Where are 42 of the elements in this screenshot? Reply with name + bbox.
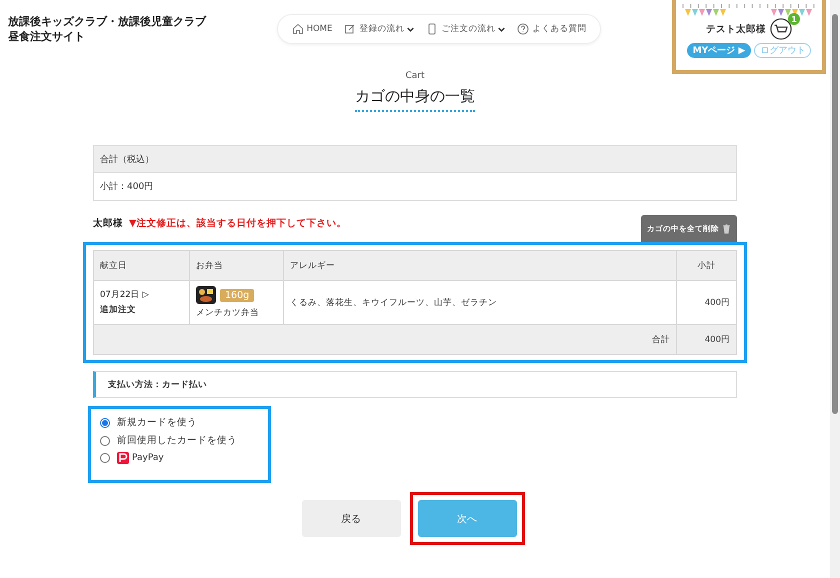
cart-icon[interactable] <box>770 18 792 40</box>
total-cell: 400円 <box>676 324 736 354</box>
column-header: 小計 <box>676 250 736 280</box>
page-title: カゴの中身の一覧 <box>355 87 475 112</box>
weight-badge: 160g <box>220 288 254 302</box>
date-link[interactable]: 07月22日 ▷ <box>100 289 183 301</box>
help-icon <box>517 23 530 35</box>
column-header: アレルギー <box>284 250 676 280</box>
phone-icon <box>426 23 438 35</box>
notice-text: ▼注文修正は、該当する日付を押下して下さい。 <box>129 217 346 230</box>
bento-name: メンチカツ弁当 <box>196 307 260 319</box>
summary-heading: 合計（税込） <box>94 146 736 173</box>
column-header: お弁当 <box>190 250 284 280</box>
scroll-bar[interactable] <box>830 0 840 578</box>
site-title: 放課後キッズクラブ・放課後児童クラブ 昼食注文サイト <box>7 14 206 44</box>
paypay-logo-icon <box>117 452 129 464</box>
edit-icon <box>344 23 356 35</box>
user-name: テスト太郎様 <box>706 22 766 36</box>
nav-link[interactable]: ご注文の流れ <box>426 23 506 35</box>
caret-icon <box>498 26 506 32</box>
option-label: PayPay <box>132 453 164 463</box>
nav-link[interactable]: よくある質問 <box>517 23 586 35</box>
bento-icon <box>196 286 216 304</box>
customer-name: 太郎様 <box>93 217 123 230</box>
total-label: 合計 <box>94 324 676 354</box>
summary-subtotal: 小計：400円 <box>99 180 154 194</box>
order-tag: 追加注文 <box>100 304 183 316</box>
page-eyebrow: Cart <box>405 71 425 81</box>
back-button[interactable]: 戻る <box>302 500 400 537</box>
column-header: 献立日 <box>94 250 190 280</box>
option-label: 前回使用したカードを使う <box>117 434 237 447</box>
radio-button[interactable] <box>100 453 110 463</box>
home-icon <box>292 23 304 35</box>
caret-icon <box>407 26 414 32</box>
radio-button[interactable] <box>100 418 110 428</box>
nav-link[interactable]: 登録の流れ <box>344 23 414 35</box>
option-label: 新規カードを使う <box>117 416 197 429</box>
nav-link[interactable]: HOME <box>292 23 332 35</box>
trash-icon <box>722 224 731 234</box>
payment-method-bar: 支払い方法：カード払い <box>93 371 737 398</box>
radio-button[interactable] <box>100 436 110 446</box>
cart-count-badge: 1 <box>788 13 800 25</box>
